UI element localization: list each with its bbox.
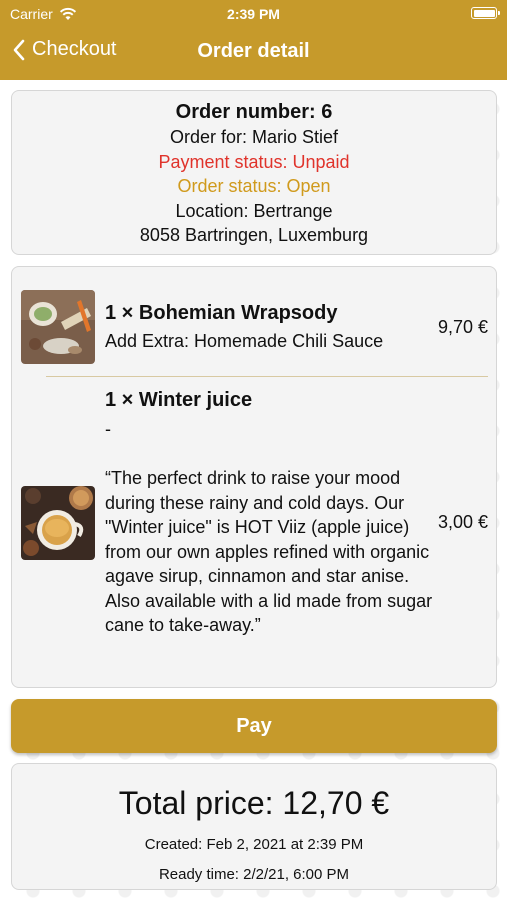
- created-timestamp: Created: Feb 2, 2021 at 2:39 PM: [144, 836, 364, 853]
- payment-status: Payment status: Unpaid: [158, 151, 350, 172]
- order-status: Order status: Open: [177, 176, 331, 196]
- order-for: Order for: Mario Stief: [169, 127, 339, 147]
- item-description: - “The perfect drink to raise your mood …: [105, 419, 433, 635]
- item-title: 1 × Winter juice: [105, 389, 253, 411]
- order-number: Order number: 6: [175, 101, 333, 123]
- item-description: Add Extra: Homemade Chili Sauce: [105, 331, 384, 351]
- navigation-bar: Checkout Order detail: [0, 30, 507, 74]
- order-summary-card: Total price: 12,70 € Created: Feb 2, 202…: [11, 763, 497, 890]
- juice-drink-photo-icon: [21, 486, 95, 560]
- page-title: Order detail: [197, 40, 310, 62]
- total-price: Total price: 12,70 €: [118, 785, 390, 821]
- item-title: 1 × Bohemian Wrapsody: [105, 302, 338, 324]
- clock: 2:39 PM: [227, 6, 280, 22]
- top-bar: Carrier 2:39 PM Checkout Order detail: [0, 0, 507, 80]
- status-bar: Carrier 2:39 PM: [0, 0, 507, 28]
- order-location: Location: Bertrange: [175, 200, 333, 221]
- list-item: 1 × Bohemian Wrapsody Add Extra: Homemad…: [12, 267, 498, 375]
- pay-button[interactable]: Pay: [11, 699, 497, 753]
- wrap-food-photo-icon: [21, 290, 95, 364]
- item-price: 9,70 €: [437, 317, 488, 337]
- ready-time: Ready time: 2/2/21, 6:00 PM: [158, 866, 350, 883]
- list-item: 1 × Winter juice - “The perfect drink to…: [12, 377, 498, 687]
- order-info-card: Order number: 6 Order for: Mario Stief P…: [11, 90, 497, 255]
- battery-icon: [471, 7, 500, 19]
- item-price: 3,00 €: [437, 512, 488, 532]
- order-address: 8058 Bartringen, Luxemburg: [139, 225, 369, 245]
- order-items-card: 1 × Bohemian Wrapsody Add Extra: Homemad…: [11, 266, 497, 688]
